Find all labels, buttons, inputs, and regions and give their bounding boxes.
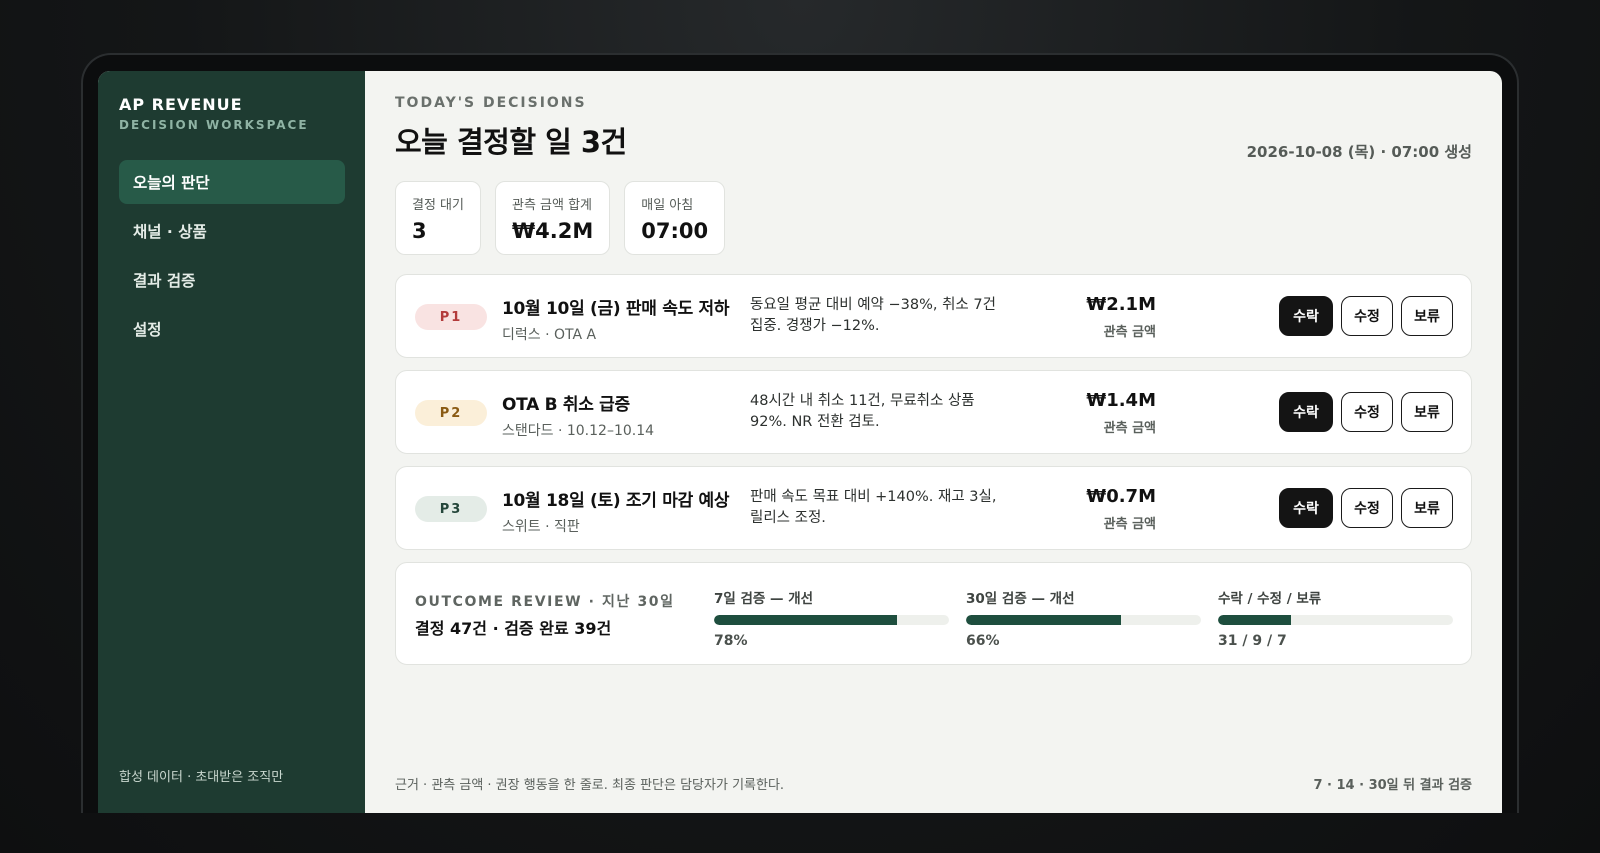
metric-label: 7일 검증 — 개선 <box>714 591 814 607</box>
decision-actions: 수락 수정 보류 <box>1279 488 1453 528</box>
metric-value: 78% <box>714 633 748 649</box>
stat-label: 매일 아침 <box>641 198 694 213</box>
decision-amount-label: 관측 금액 <box>1103 325 1156 340</box>
decision-list: P1 10월 10일 (금) 판매 속도 저하 디럭스 · OTA A 동요일 … <box>395 274 1472 550</box>
brand-name: AP REVENUE <box>119 95 243 114</box>
sidebar-item-channels[interactable]: 채널 · 상품 <box>119 209 345 253</box>
progress-fill <box>966 615 1122 625</box>
decision-amount-label: 관측 금액 <box>1103 517 1156 532</box>
edit-button[interactable]: 수정 <box>1341 296 1393 336</box>
sidebar-item-settings[interactable]: 설정 <box>119 307 345 351</box>
metric-value: 66% <box>966 633 1000 649</box>
metric-7day: 7일 검증 — 개선 78% <box>714 587 949 649</box>
priority-badge: P1 <box>415 304 487 330</box>
brand-subtitle: DECISION WORKSPACE <box>119 118 309 132</box>
sidebar-item-outcome[interactable]: 결과 검증 <box>119 258 345 302</box>
decision-subtitle: 스위트 · 직판 <box>502 519 580 535</box>
generated-timestamp: 2026-10-08 (목) · 07:00 생성 <box>1246 143 1472 161</box>
stat-label: 결정 대기 <box>412 198 464 213</box>
decision-card: P1 10월 10일 (금) 판매 속도 저하 디럭스 · OTA A 동요일 … <box>395 274 1472 358</box>
accept-button[interactable]: 수락 <box>1279 488 1333 528</box>
edit-button[interactable]: 수정 <box>1341 392 1393 432</box>
priority-badge: P2 <box>415 400 487 426</box>
sidebar-item-today[interactable]: 오늘의 판단 <box>119 160 345 204</box>
stat-label: 관측 금액 합계 <box>511 198 593 213</box>
sidebar-nav: 오늘의 판단 채널 · 상품 결과 검증 설정 <box>119 160 345 351</box>
stat-schedule: 매일 아침 07:00 <box>624 181 726 255</box>
decision-description: 판매 속도 목표 대비 +140%. 재고 3실, 릴리스 조정. <box>750 489 997 526</box>
progress-fill <box>1218 615 1291 625</box>
accept-button[interactable]: 수락 <box>1279 392 1333 432</box>
hold-button[interactable]: 보류 <box>1401 488 1453 528</box>
stat-pending: 결정 대기 3 <box>395 181 481 255</box>
decision-amount: ₩2.1M <box>1086 294 1156 315</box>
stat-value: 3 <box>412 219 427 243</box>
main-content: TODAY'S DECISIONS 오늘 결정할 일 3건 2026-10-08… <box>365 71 1502 813</box>
priority-badge: P3 <box>415 496 487 522</box>
decision-amount: ₩0.7M <box>1086 486 1156 507</box>
footer-note: 근거 · 관측 금액 · 권장 행동을 한 줄로. 최종 판단은 담당자가 기록… <box>395 778 785 793</box>
decision-actions: 수락 수정 보류 <box>1279 392 1453 432</box>
sidebar: AP REVENUE DECISION WORKSPACE 오늘의 판단 채널 … <box>98 71 365 813</box>
progress-bar <box>966 615 1201 625</box>
footer-schedule: 7 · 14 · 30일 뒤 결과 검증 <box>1313 778 1472 793</box>
decision-amount: ₩1.4M <box>1086 390 1156 411</box>
decision-description: 48시간 내 취소 11건, 무료취소 상품 92%. NR 전환 검토. <box>750 393 975 430</box>
metric-label: 수락 / 수정 / 보류 <box>1218 591 1322 607</box>
progress-fill <box>714 615 898 625</box>
decision-description: 동요일 평균 대비 예약 −38%, 취소 7건 집중. 경쟁가 −12%. <box>750 297 996 334</box>
metric-label: 30일 검증 — 개선 <box>966 591 1075 607</box>
stat-value: ₩4.2M <box>511 219 594 243</box>
outcome-eyebrow: OUTCOME REVIEW · 지난 30일 <box>415 594 675 610</box>
stats-row: 결정 대기 3 관측 금액 합계 ₩4.2M 매일 아침 07:00 <box>395 181 1472 255</box>
stat-observed-total: 관측 금액 합계 ₩4.2M <box>494 181 611 255</box>
outcome-review-panel: OUTCOME REVIEW · 지난 30일 결정 47건 · 검증 완료 3… <box>395 562 1472 665</box>
metric-value: 31 / 9 / 7 <box>1218 633 1287 649</box>
sidebar-footer-note: 합성 데이터 · 초대받은 조직만 <box>119 770 284 785</box>
decision-subtitle: 스탠다드 · 10.12–10.14 <box>502 423 655 439</box>
progress-bar <box>1218 615 1453 625</box>
accept-button[interactable]: 수락 <box>1279 296 1333 336</box>
metric-action-split: 수락 / 수정 / 보류 31 / 9 / 7 <box>1218 587 1453 649</box>
decision-actions: 수락 수정 보류 <box>1279 296 1453 336</box>
progress-bar <box>714 615 949 625</box>
app-window: AP REVENUE DECISION WORKSPACE 오늘의 판단 채널 … <box>98 71 1502 813</box>
decision-title: OTA B 취소 급증 <box>502 395 630 415</box>
decision-card: P2 OTA B 취소 급증 스탠다드 · 10.12–10.14 48시간 내… <box>395 370 1472 454</box>
edit-button[interactable]: 수정 <box>1341 488 1393 528</box>
hold-button[interactable]: 보류 <box>1401 392 1453 432</box>
outcome-title: 결정 47건 · 검증 완료 39건 <box>415 619 612 638</box>
decision-subtitle: 디럭스 · OTA A <box>502 327 597 343</box>
decision-title: 10월 10일 (금) 판매 속도 저하 <box>502 299 730 319</box>
decision-title: 10월 18일 (토) 조기 마감 예상 <box>502 491 730 511</box>
decision-amount-label: 관측 금액 <box>1103 421 1156 436</box>
stat-value: 07:00 <box>641 219 709 243</box>
decision-card: P3 10월 18일 (토) 조기 마감 예상 스위트 · 직판 판매 속도 목… <box>395 466 1472 550</box>
page-eyebrow: TODAY'S DECISIONS <box>395 95 587 111</box>
metric-30day: 30일 검증 — 개선 66% <box>966 587 1201 649</box>
hold-button[interactable]: 보류 <box>1401 296 1453 336</box>
